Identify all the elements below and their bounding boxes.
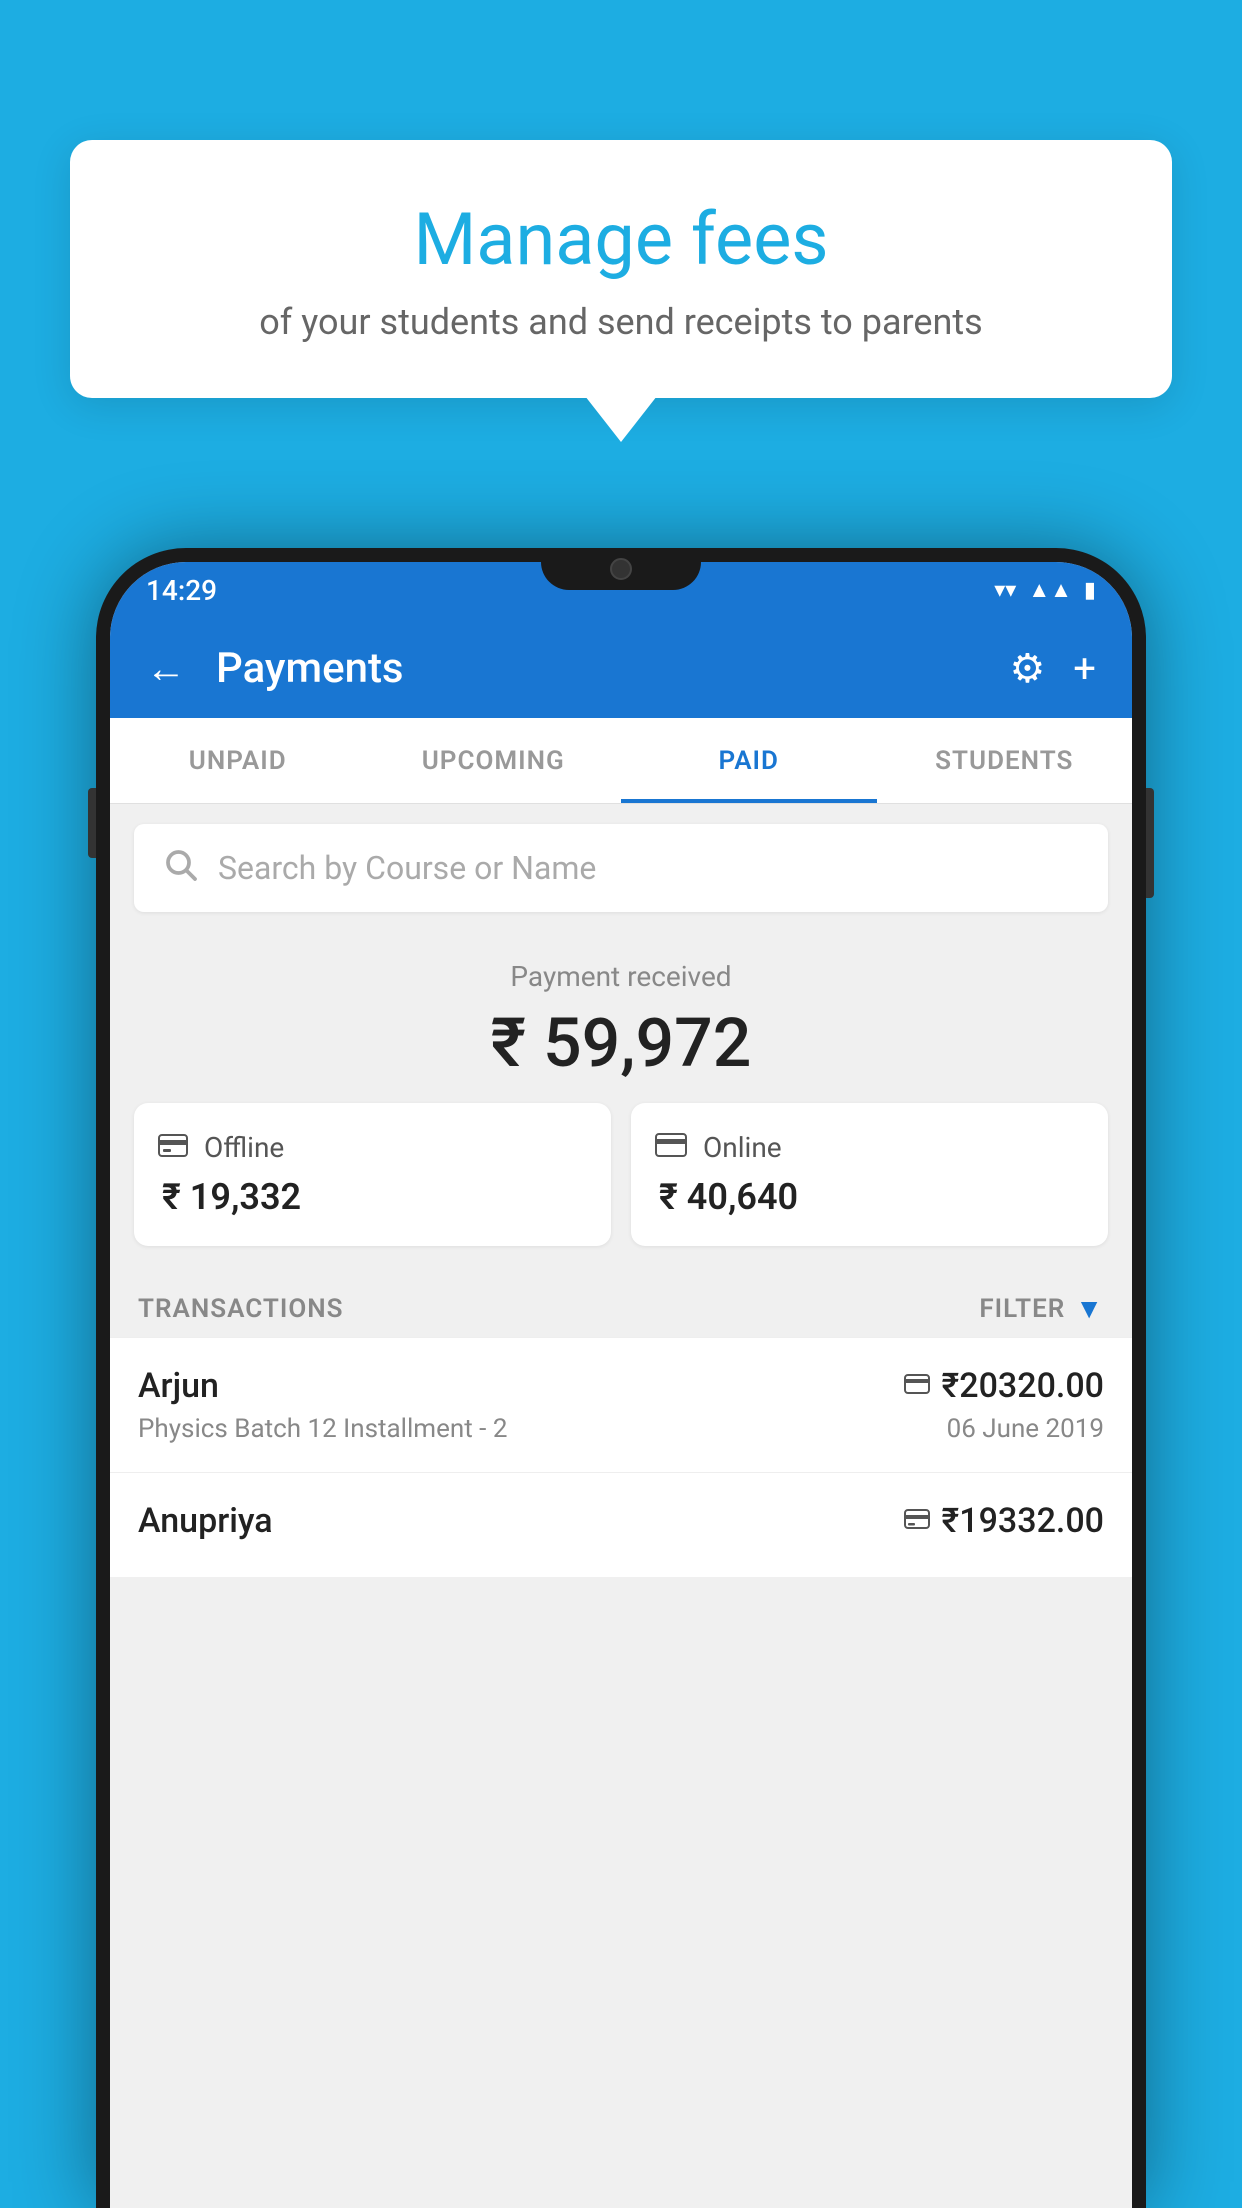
transaction-offline-icon xyxy=(904,1506,930,1536)
transaction-name: Arjun xyxy=(138,1366,219,1406)
transaction-date: 06 June 2019 xyxy=(947,1414,1104,1444)
transactions-header: TRANSACTIONS FILTER ▼ xyxy=(110,1274,1132,1337)
offline-icon xyxy=(158,1131,188,1164)
search-bar[interactable]: Search by Course or Name xyxy=(134,824,1108,912)
tooltip-card: Manage fees of your students and send re… xyxy=(70,140,1172,398)
status-icons: ▾▾ ▲▲ ▮ xyxy=(994,577,1096,603)
tooltip-subtitle: of your students and send receipts to pa… xyxy=(120,301,1122,343)
payment-received-label: Payment received xyxy=(110,960,1132,993)
tab-unpaid[interactable]: UNPAID xyxy=(110,718,366,803)
filter-icon: ▼ xyxy=(1075,1292,1104,1325)
transaction-item[interactable]: Anupriya ₹19332.00 xyxy=(110,1472,1132,1577)
payment-received-section: Payment received ₹ 59,972 xyxy=(110,932,1132,1103)
transaction-amount: ₹20320.00 xyxy=(942,1366,1104,1406)
signal-icon: ▲▲ xyxy=(1028,577,1072,603)
transaction-name: Anupriya xyxy=(138,1501,273,1541)
payment-received-amount: ₹ 59,972 xyxy=(110,1003,1132,1083)
add-button[interactable]: + xyxy=(1073,645,1096,692)
tabs-bar: UNPAID UPCOMING PAID STUDENTS xyxy=(110,718,1132,804)
tooltip-title: Manage fees xyxy=(120,200,1122,279)
online-icon xyxy=(655,1131,687,1164)
filter-button[interactable]: FILTER ▼ xyxy=(979,1292,1104,1325)
phone-notch xyxy=(541,548,701,590)
tab-students[interactable]: STUDENTS xyxy=(877,718,1133,803)
online-amount: ₹ 40,640 xyxy=(655,1176,1084,1218)
transaction-item[interactable]: Arjun ₹20320.00 Physics Batch 12 Install… xyxy=(110,1337,1132,1472)
volume-button xyxy=(88,788,96,858)
search-icon xyxy=(162,846,198,891)
online-label: Online xyxy=(703,1131,782,1164)
settings-button[interactable]: ⚙ xyxy=(1009,645,1045,692)
battery-icon: ▮ xyxy=(1084,578,1096,603)
tab-upcoming[interactable]: UPCOMING xyxy=(366,718,622,803)
offline-payment-card: Offline ₹ 19,332 xyxy=(134,1103,611,1246)
tab-paid[interactable]: PAID xyxy=(621,718,877,803)
status-time: 14:29 xyxy=(146,574,217,607)
app-bar: ← Payments ⚙ + xyxy=(110,618,1132,718)
offline-label: Offline xyxy=(204,1131,284,1164)
online-payment-card: Online ₹ 40,640 xyxy=(631,1103,1108,1246)
app-title: Payments xyxy=(216,644,979,693)
transaction-card-icon xyxy=(904,1371,930,1401)
transaction-amount: ₹19332.00 xyxy=(942,1501,1104,1541)
power-button xyxy=(1146,788,1154,898)
transactions-label: TRANSACTIONS xyxy=(138,1294,344,1324)
content-area: Search by Course or Name Payment receive… xyxy=(110,804,1132,1577)
transaction-description: Physics Batch 12 Installment - 2 xyxy=(138,1414,507,1444)
payment-cards-row: Offline ₹ 19,332 Online xyxy=(110,1103,1132,1274)
back-button[interactable]: ← xyxy=(146,645,186,692)
wifi-icon: ▾▾ xyxy=(994,578,1016,603)
offline-amount: ₹ 19,332 xyxy=(158,1176,587,1218)
phone-screen: 14:29 ▾▾ ▲▲ ▮ ← Payments ⚙ + UNPAID UPCO… xyxy=(110,562,1132,2208)
app-bar-actions: ⚙ + xyxy=(1009,645,1096,692)
search-placeholder: Search by Course or Name xyxy=(218,849,596,887)
phone-frame: 14:29 ▾▾ ▲▲ ▮ ← Payments ⚙ + UNPAID UPCO… xyxy=(96,548,1146,2208)
camera xyxy=(610,558,632,580)
filter-label: FILTER xyxy=(979,1294,1065,1324)
